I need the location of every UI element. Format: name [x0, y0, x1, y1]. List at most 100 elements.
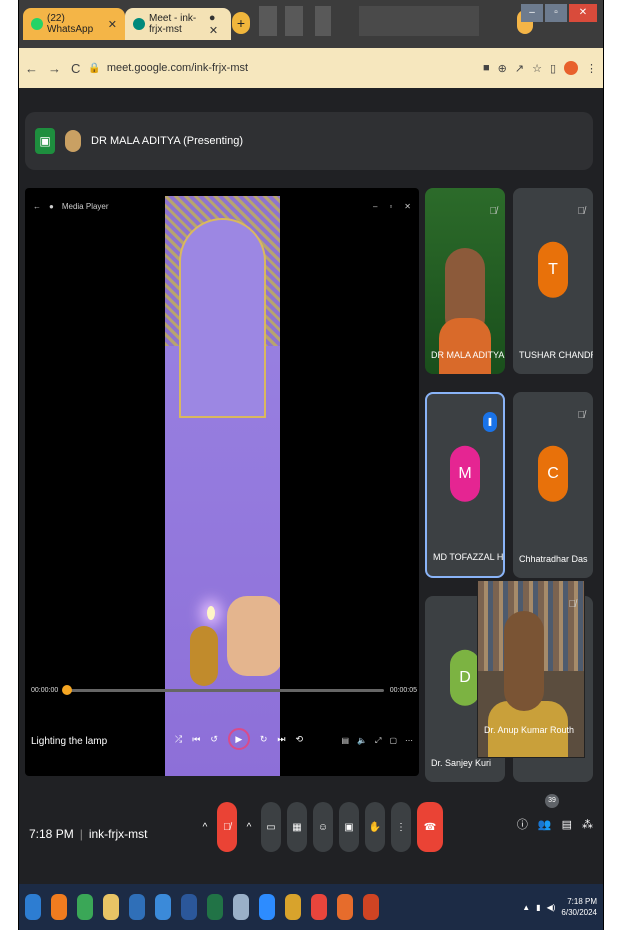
participant-tile-speaking[interactable]: ❚ M MD TOFAZZAL HA... [425, 392, 505, 578]
participant-name: Dr. Anup Kumar Routh [484, 725, 575, 735]
minimize-icon[interactable]: – [373, 202, 377, 211]
call-time: 7:18 PM [29, 827, 74, 841]
participant-name: TUSHAR CHANDRA... [519, 350, 593, 360]
participant-name: Dr. Sanjey Kuri [431, 758, 492, 768]
fullscreen-icon[interactable]: ⤢ [375, 736, 381, 746]
presenter-bar: ▣ DR MALA ADITYA (Presenting) [25, 112, 593, 170]
close-tab-icon[interactable]: ✕ [108, 18, 117, 31]
participant-avatar: D [450, 649, 480, 706]
people-count-badge: 39 [545, 794, 559, 808]
camera-toggle-button[interactable]: ▭ [261, 802, 281, 852]
tab-title: (22) WhatsApp [47, 13, 94, 35]
star-icon[interactable]: ☆ [532, 62, 542, 75]
subtitles-icon[interactable]: ▤ [342, 736, 350, 746]
back-icon[interactable]: ← [33, 202, 41, 211]
present-screen-icon[interactable]: ▣ [35, 128, 55, 154]
maximize-icon[interactable]: ▫ [545, 4, 567, 22]
clock-date: 6/30/2024 [561, 908, 597, 917]
app-icon[interactable] [285, 894, 301, 920]
camera-options-caret-icon[interactable]: ^ [243, 802, 255, 852]
maximize-icon[interactable]: ▫ [389, 202, 392, 211]
system-tray: ▲ ▮ ◀) 7:18 PM 6/30/2024 [522, 896, 597, 918]
play-button[interactable]: ▶ [227, 728, 250, 750]
volume-icon[interactable]: 🔈 [357, 736, 367, 746]
chrome-icon[interactable] [337, 894, 353, 920]
more-icon[interactable]: ⋯ [405, 736, 413, 746]
presenter-label: DR MALA ADITYA (Presenting) [91, 135, 244, 147]
player-controls: ⤮ ⏮ ↺ ▶ ↻ ⏭ ⟲ [175, 728, 303, 750]
seek-handle[interactable] [62, 684, 73, 695]
leave-call-button[interactable]: ☎ [417, 802, 443, 852]
info-icon[interactable]: ⓘ [517, 816, 528, 832]
zoom-icon[interactable]: ⊕ [498, 62, 507, 75]
word-icon[interactable] [181, 894, 197, 920]
firefox-icon[interactable] [51, 894, 67, 920]
chat-icon[interactable]: ▤ [562, 818, 572, 831]
participant-tile[interactable]: 🎙̸ C Chhatradhar Das [513, 392, 593, 578]
close-window-icon[interactable]: ✕ [569, 4, 597, 22]
reload-icon[interactable]: C [71, 61, 80, 76]
seek-track[interactable] [62, 684, 384, 695]
excel-icon[interactable] [207, 894, 223, 920]
tab-meet[interactable]: Meet - ink-frjx-mst ● ✕ [125, 8, 231, 40]
forward-icon[interactable]: → [48, 61, 61, 76]
new-tab-button[interactable]: + [232, 12, 250, 34]
speaking-indicator-icon: ❚ [483, 412, 497, 432]
more-options-button[interactable]: ⋮ [391, 802, 411, 852]
powerpoint-icon[interactable] [363, 894, 379, 920]
chrome-icon[interactable] [311, 894, 327, 920]
player-extra-controls: ▤ 🔈 ⤢ ▢ ⋯ [342, 736, 414, 746]
file-icon[interactable] [103, 894, 119, 920]
minimize-icon[interactable]: – [521, 4, 543, 22]
mic-toggle-button[interactable]: 🎙̸ [217, 802, 237, 852]
zoom-app-icon[interactable] [259, 894, 275, 920]
mic-off-icon: 🎙̸ [568, 599, 577, 610]
mic-options-caret-icon[interactable]: ^ [199, 802, 211, 852]
next-icon[interactable]: ⏭ [277, 734, 285, 745]
seek-bar[interactable]: 00:00:00 00:00:05 [31, 684, 417, 696]
paint-icon[interactable] [233, 894, 249, 920]
close-tab-icon[interactable]: ● ✕ [209, 12, 223, 37]
participant-tile[interactable]: 🎙̸ T TUSHAR CHANDRA... [513, 188, 593, 374]
tab-title: Meet - ink-frjx-mst [149, 13, 197, 35]
address-actions: ■ ⊕ ↗ ☆ ▯ ⋮ [483, 61, 597, 75]
camera-icon[interactable]: ■ [483, 62, 490, 74]
rewind-icon[interactable]: ↺ [210, 734, 218, 745]
app-icon[interactable] [129, 894, 145, 920]
participant-avatar: M [450, 445, 480, 502]
captions-button[interactable]: ▦ [287, 802, 307, 852]
previous-icon[interactable]: ⏮ [192, 734, 200, 745]
share-icon[interactable]: ↗ [515, 62, 524, 75]
media-player-title: Media Player [61, 201, 109, 211]
clock[interactable]: 7:18 PM 6/30/2024 [561, 896, 597, 918]
mic-off-icon: 🎙̸ [489, 206, 498, 217]
tray-arrow-icon[interactable]: ▲ [522, 903, 530, 912]
back-icon[interactable]: ← [25, 61, 38, 76]
tab-strip: (22) WhatsApp ✕ Meet - ink-frjx-mst ● ✕ … [19, 0, 603, 48]
start-icon[interactable] [25, 894, 41, 920]
forward-icon[interactable]: ↻ [260, 734, 268, 745]
participant-tile[interactable]: 🎙̸ DR MALA ADITYA [425, 188, 505, 374]
account-avatar[interactable] [564, 61, 578, 75]
url-field[interactable]: 🔒 meet.google.com/ink-frjx-mst [88, 62, 483, 74]
raise-hand-button[interactable]: ✋ [365, 802, 385, 852]
activities-icon[interactable]: ⁂ [582, 818, 593, 831]
sidebar-icon[interactable]: ▯ [550, 62, 556, 75]
volume-icon[interactable]: ◀) [547, 903, 556, 912]
media-player-icon: ● [49, 201, 54, 211]
tab-whatsapp[interactable]: (22) WhatsApp ✕ [23, 8, 125, 40]
network-icon[interactable]: ▮ [536, 903, 540, 912]
cast-icon[interactable]: ▢ [389, 736, 397, 746]
call-side-actions: ⓘ 👥 ▤ ⁂ [517, 816, 593, 832]
ie-icon[interactable] [155, 894, 171, 920]
people-icon[interactable]: 👥 [538, 818, 552, 831]
close-icon[interactable]: ✕ [404, 202, 411, 211]
participant-video-overlay[interactable]: 🎙̸ Dr. Anup Kumar Routh [477, 580, 585, 758]
lock-icon: 🔒 [88, 62, 101, 74]
app-icon[interactable] [77, 894, 93, 920]
emoji-button[interactable]: ☺ [313, 802, 333, 852]
present-button[interactable]: ▣ [339, 802, 359, 852]
shuffle-icon[interactable]: ⤮ [175, 734, 182, 745]
repeat-icon[interactable]: ⟲ [296, 734, 304, 745]
menu-icon[interactable]: ⋮ [586, 62, 597, 75]
